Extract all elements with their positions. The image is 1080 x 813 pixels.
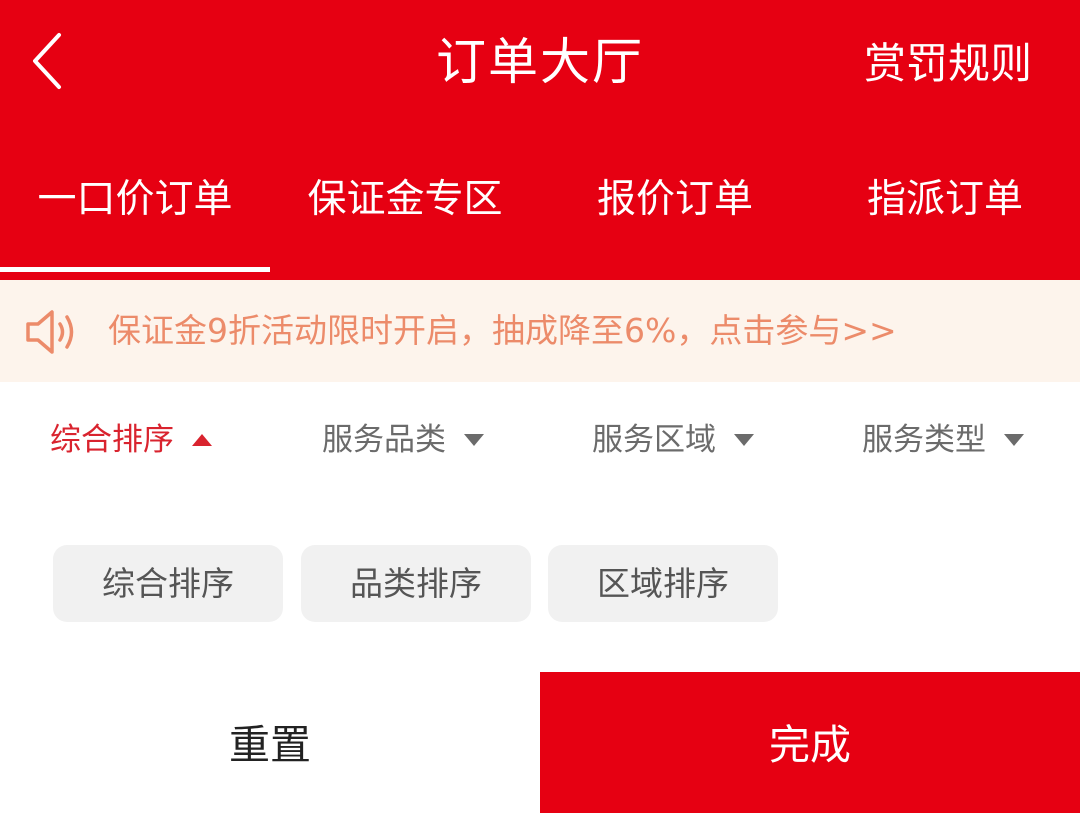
caret-up-icon — [192, 434, 212, 446]
app-header: 订单大厅 赏罚规则 — [0, 0, 1080, 130]
filter-service-area[interactable]: 服务区域 — [592, 416, 754, 464]
filter-service-type[interactable]: 服务类型 — [862, 416, 1024, 464]
filter-label: 综合排序 — [50, 422, 174, 458]
done-button[interactable]: 完成 — [540, 672, 1080, 813]
order-tabs: 一口价订单 保证金专区 报价订单 指派订单 — [0, 130, 1080, 280]
caret-down-icon — [1004, 434, 1024, 446]
back-button[interactable] — [22, 30, 72, 92]
tab-fixed-price-orders[interactable]: 一口价订单 — [0, 170, 270, 230]
filter-service-category[interactable]: 服务品类 — [322, 416, 484, 464]
caret-down-icon — [464, 434, 484, 446]
tab-assigned-orders[interactable]: 指派订单 — [810, 170, 1080, 230]
filter-overall-sort[interactable]: 综合排序 — [50, 416, 212, 464]
caret-down-icon — [734, 434, 754, 446]
filter-bar: 综合排序 服务品类 服务区域 服务类型 — [0, 398, 1080, 482]
sort-option-area[interactable]: 区域排序 — [548, 545, 778, 622]
filter-label: 服务类型 — [862, 422, 986, 458]
chevron-left-icon — [33, 33, 61, 89]
filter-label: 服务区域 — [592, 422, 716, 458]
speaker-icon — [26, 310, 74, 354]
sort-option-overall[interactable]: 综合排序 — [53, 545, 283, 622]
tab-deposit-zone[interactable]: 保证金专区 — [270, 170, 540, 230]
active-tab-indicator — [0, 267, 270, 272]
filter-label: 服务品类 — [322, 422, 446, 458]
promo-notice-text[interactable]: 保证金9折活动限时开启，抽成降至6%，点击参与>> — [108, 306, 897, 356]
promo-notice-bar[interactable]: 保证金9折活动限时开启，抽成降至6%，点击参与>> — [0, 280, 1080, 382]
reset-button[interactable]: 重置 — [0, 672, 540, 813]
rules-link[interactable]: 赏罚规则 — [864, 38, 1032, 90]
tab-quote-orders[interactable]: 报价订单 — [540, 170, 810, 230]
sort-option-category[interactable]: 品类排序 — [301, 545, 531, 622]
